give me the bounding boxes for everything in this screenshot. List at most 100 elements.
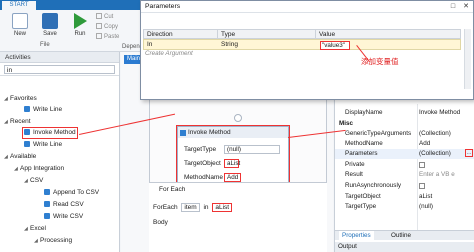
collection-input[interactable]: aList (212, 203, 233, 212)
read-csv-icon (44, 201, 50, 207)
cut-button[interactable]: Cut (96, 13, 113, 20)
prop-generic-type-label: GenericTypeArguments (345, 130, 412, 137)
tree-recent[interactable]: ◢ Recent (4, 117, 31, 127)
tree-item-write-line-recent[interactable]: Write Line (24, 140, 62, 150)
tab-start[interactable]: START (2, 1, 36, 10)
prop-target-type[interactable]: TargetType (null) (335, 202, 474, 212)
tree-recent-label: Recent (10, 118, 31, 125)
prop-method-name[interactable]: MethodName Add (335, 139, 474, 149)
new-button-label: New (13, 31, 26, 37)
prop-run-async-value[interactable] (419, 181, 473, 190)
save-button[interactable]: Save (36, 13, 64, 37)
prop-method-name-value[interactable]: Add (419, 139, 473, 148)
target-object-input[interactable]: aList (224, 159, 240, 168)
properties-bottom-tabs: Properties Outline (335, 230, 474, 241)
tree-item-append-to-csv[interactable]: Append To CSV (44, 188, 99, 198)
invoke-method-icon (24, 129, 30, 135)
item-variable-input[interactable]: item (181, 203, 200, 212)
method-name-input[interactable]: Add (224, 173, 241, 182)
grid-header: Direction Type Value (143, 29, 461, 40)
row-direction[interactable]: In (144, 40, 152, 50)
new-file-icon (12, 13, 28, 29)
prop-private[interactable]: Private (335, 160, 474, 170)
write-csv-icon (44, 213, 50, 219)
tree-item-invoke-method[interactable]: Invoke Method (24, 128, 76, 138)
parameter-row[interactable]: In String "value3" (143, 39, 461, 50)
tree-excel[interactable]: ◢ Excel (24, 224, 46, 234)
tree-available[interactable]: ◢ Available (4, 152, 36, 162)
read-csv-label: Read CSV (53, 201, 84, 208)
prop-target-object[interactable]: TargetObject aList (335, 192, 474, 202)
invoke-method-icon (180, 130, 186, 136)
tree-favorites[interactable]: ◢ Favorites (4, 94, 37, 104)
activities-panel-title: Activities (0, 52, 119, 63)
prop-parameters[interactable]: Parameters (Collection)… (335, 149, 474, 159)
dialog-title: Parameters (145, 3, 181, 10)
tab-outline[interactable]: Outline (391, 231, 411, 241)
target-type-select[interactable]: (null) (224, 145, 280, 154)
parameters-ellipsis-button[interactable]: … (465, 149, 473, 157)
row-type[interactable]: String (218, 40, 238, 50)
activities-panel: Activities in ◢ Favorites Write Line ◢ Rec… (0, 52, 120, 252)
run-icon (73, 13, 87, 29)
close-icon[interactable]: ✕ (460, 1, 472, 13)
tree-favorites-label: Favorites (10, 95, 37, 102)
file-group-label: File (40, 42, 50, 48)
prop-result-input[interactable]: Enter a VB e (419, 170, 473, 179)
for-each-row: ForEach item in aList (153, 203, 234, 212)
run-async-checkbox[interactable] (419, 183, 425, 189)
for-each-title: For Each (159, 186, 186, 193)
tree-app-integration[interactable]: ◢ App Integration (14, 164, 64, 174)
maximize-icon[interactable]: □ (447, 1, 459, 13)
create-argument-link[interactable]: Create Argument (145, 50, 193, 57)
append-to-csv-label: Append To CSV (53, 189, 100, 196)
in-label: in (203, 204, 209, 211)
run-button[interactable]: Run (66, 13, 94, 37)
tree-item-write-csv[interactable]: Write CSV (44, 212, 83, 222)
prop-target-object-value[interactable]: aList (419, 192, 473, 201)
private-checkbox[interactable] (419, 162, 425, 168)
new-button[interactable]: New (6, 13, 34, 37)
prop-private-value[interactable] (419, 160, 473, 169)
copy-icon (96, 23, 102, 29)
write-line-icon (24, 141, 30, 147)
tab-properties[interactable]: Properties (339, 231, 374, 241)
row-value-input[interactable]: "value3" (320, 41, 350, 50)
tree-available-label: Available (10, 153, 37, 160)
append-csv-icon (44, 189, 50, 195)
prop-run-async-label: RunAsynchronously (345, 182, 402, 189)
drop-target-icon[interactable] (234, 114, 242, 122)
prop-display-name[interactable]: DisplayName Invoke Method (335, 108, 474, 118)
cut-icon (96, 13, 102, 19)
prop-result[interactable]: Result Enter a VB e (335, 170, 474, 180)
tree-app-integration-label: App Integration (20, 165, 65, 172)
body-label: Body (153, 219, 168, 226)
prop-generic-type[interactable]: GenericTypeArguments (Collection) (335, 129, 474, 139)
prop-display-name-value[interactable]: Invoke Method (419, 108, 473, 117)
dialog-scrollbar[interactable] (464, 29, 471, 89)
misc-section-header[interactable]: Misc (335, 99, 474, 127)
copy-button[interactable]: Copy (96, 23, 118, 30)
misc-section-label: Misc (339, 120, 353, 127)
run-button-label: Run (74, 31, 86, 37)
prop-target-object-label: TargetObject (345, 193, 381, 200)
prop-result-label: Result (345, 171, 363, 178)
prop-generic-type-value[interactable]: (Collection) (419, 129, 473, 138)
tree-item-write-line-favorite[interactable]: Write Line (24, 105, 62, 115)
tree-csv[interactable]: ◢ CSV (24, 176, 43, 186)
activities-search-input[interactable]: in (4, 65, 115, 74)
write-line-icon (24, 106, 30, 112)
tree-item-read-csv[interactable]: Read CSV (44, 200, 84, 210)
invoke-method-activity[interactable]: Invoke Method TargetType (null) TargetOb… (177, 126, 289, 190)
paste-button[interactable]: Paste (96, 33, 119, 40)
activities-search: in (0, 63, 119, 76)
prop-private-label: Private (345, 161, 365, 168)
invoke-method-label: Invoke Method (33, 129, 76, 136)
tree-csv-label: CSV (30, 177, 44, 184)
invoke-method-title: Invoke Method (178, 127, 288, 138)
save-button-label: Save (43, 31, 57, 37)
tree-processing[interactable]: ◢ Processing (34, 236, 72, 246)
prop-target-type-value[interactable]: (null) (419, 202, 473, 211)
for-each-activity[interactable]: For Each ForEach item in aList Body (149, 182, 327, 252)
prop-run-async[interactable]: RunAsynchronously (335, 181, 474, 191)
